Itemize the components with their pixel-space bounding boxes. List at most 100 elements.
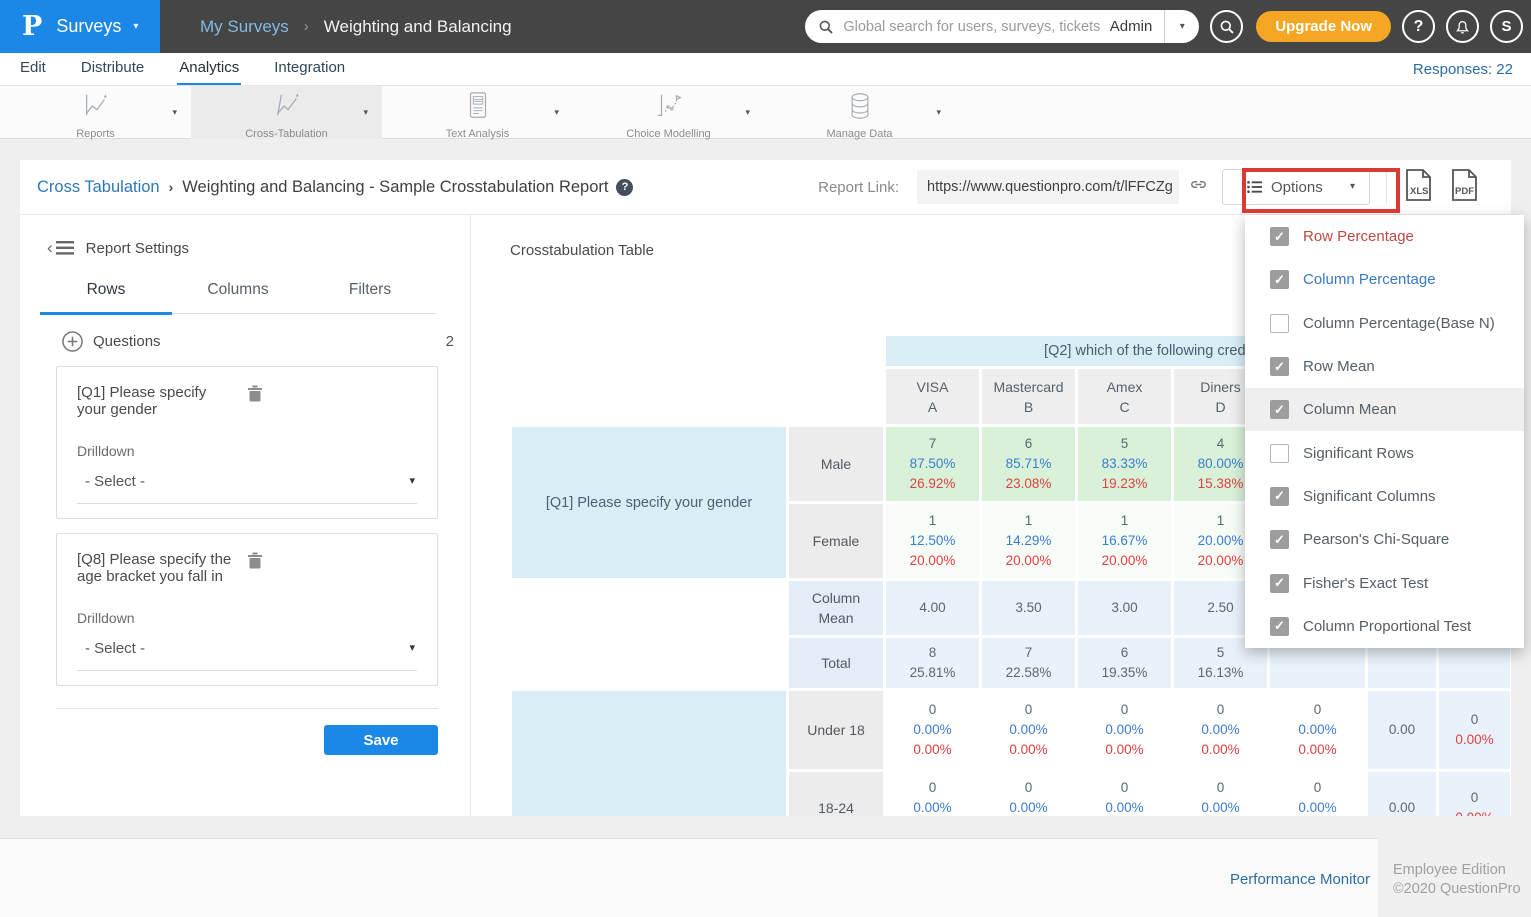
option-label: Fisher's Exact Test [1303,575,1428,592]
save-button[interactable]: Save [324,725,438,755]
question-card: [Q1] Please specify your genderDrilldown… [56,366,438,519]
data-cell-male-col1: 787.50%26.92% [886,427,979,501]
toolbar-item-choice-modelling[interactable]: ▾Choice Modelling [573,86,764,139]
option-pearson-s-chi-square[interactable]: ✓Pearson's Chi-Square [1245,518,1524,561]
add-question-icon[interactable] [62,331,83,352]
checkbox-checked-icon[interactable]: ✓ [1270,530,1289,549]
options-dropdown-menu: ✓ Row Percentage ✓Column Percentage Column … [1245,215,1524,648]
cell-value: 0 [1025,778,1033,798]
questions-label: Questions [93,333,161,350]
checkbox-unchecked-icon[interactable] [1270,314,1289,333]
global-search[interactable]: Admin ▾ [805,10,1199,43]
option-row-percentage[interactable]: ✓ Row Percentage [1245,215,1524,258]
row-label-text: Total [821,653,851,673]
option-column-percentage[interactable]: ✓Column Percentage [1245,258,1524,301]
nav-tab-distribute[interactable]: Distribute [79,53,146,85]
option-label: Significant Columns [1303,488,1436,505]
checkbox-unchecked-icon[interactable] [1270,444,1289,463]
chevron-down-icon[interactable]: ▾ [554,108,559,117]
data-cell-under-18-col6: 0.00 [1368,691,1436,769]
cell-value: 19.23% [1102,474,1148,494]
breadcrumb-separator-icon: › [304,18,309,35]
user-avatar[interactable]: S [1490,10,1523,43]
breadcrumb: My Surveys › Weighting and Balancing [200,17,512,37]
option-column-percentage-base-n-[interactable]: Column Percentage(Base N) [1245,302,1524,345]
report-title: Weighting and Balancing - Sample Crossta… [182,178,608,197]
data-cell-18-24-col7: 00.00% [1439,772,1510,816]
notifications-button[interactable] [1446,10,1479,43]
divider [1386,169,1387,205]
option-fisher-s-exact-test[interactable]: ✓ Fisher's Exact Test [1245,561,1524,604]
checkbox-checked-icon[interactable]: ✓ [1270,227,1289,246]
export-xls-button[interactable]: XLS [1403,168,1433,207]
question-cards: [Q1] Please specify your genderDrilldown… [20,366,470,686]
cell-value: 0 [1217,778,1225,798]
brand-menu[interactable]: P Surveys ▾ [0,0,160,53]
delete-question-button[interactable] [247,551,417,585]
checkbox-checked-icon[interactable]: ✓ [1270,487,1289,506]
copyright-label: ©2020 QuestionPro [1393,880,1531,899]
breadcrumb-my-surveys[interactable]: My Surveys [200,17,289,37]
chevron-down-icon[interactable]: ▾ [745,108,750,117]
cell-value: 20.00% [1198,551,1244,571]
chevron-down-icon[interactable]: ▾ [172,108,177,117]
data-cell-total-col1: 825.81% [886,638,979,688]
nav-tab-integration[interactable]: Integration [272,53,347,85]
toolbar-item-manage-data[interactable]: ▾Manage Data [764,86,955,139]
option-label: Column Percentage(Base N) [1303,315,1495,332]
option-row-mean[interactable]: ✓ Row Mean [1245,345,1524,388]
help-tooltip-icon[interactable]: ? [616,179,633,196]
checkbox-checked-icon[interactable]: ✓ [1270,574,1289,593]
column-header-line1: Mastercard [993,377,1063,397]
nav-tab-edit[interactable]: Edit [18,53,48,85]
data-cell-18-24-col2: 00.00%0.00% [982,772,1075,816]
cell-value: 0 [1471,710,1479,730]
cell-value: 14.29% [1006,531,1052,551]
checkbox-checked-icon[interactable]: ✓ [1270,357,1289,376]
report-link-url[interactable]: https://www.questionpro.com/t/lFFCZg [917,170,1179,204]
data-cell-under-18-col1: 00.00%0.00% [886,691,979,769]
toolbar-item-cross-tabulation[interactable]: ▾Cross-Tabulation [191,86,382,139]
nav-tab-analytics[interactable]: Analytics [177,53,241,85]
option-significant-rows[interactable]: Significant Rows [1245,431,1524,474]
drilldown-select[interactable]: - Select -▾ [77,459,417,504]
checkbox-checked-icon[interactable]: ✓ [1270,270,1289,289]
link-icon[interactable] [1189,175,1208,199]
option-column-mean[interactable]: ✓ Column Mean [1245,388,1524,431]
checkbox-checked-icon[interactable]: ✓ [1270,617,1289,636]
drilldown-select[interactable]: - Select -▾ [77,626,417,671]
chevron-down-icon[interactable]: ▾ [363,108,368,117]
row-label-male: Male [789,427,883,501]
option-label: Column Mean [1303,401,1396,418]
options-button[interactable]: Options ▾ [1222,169,1370,205]
option-label: Row Mean [1303,358,1375,375]
option-significant-columns[interactable]: ✓ Significant Columns [1245,475,1524,518]
help-button[interactable]: ? [1402,10,1435,43]
search-submit-button[interactable] [1210,10,1243,43]
tab-rows[interactable]: Rows [40,281,172,315]
tab-columns[interactable]: Columns [172,281,304,313]
delete-question-button[interactable] [247,384,417,418]
upgrade-now-button[interactable]: Upgrade Now [1256,11,1391,42]
data-cell-female-col3: 116.67%20.00% [1078,504,1171,578]
questionpro-logo-icon: P [22,11,42,42]
performance-monitor-link[interactable]: Performance Monitor [1230,871,1370,888]
search-scope-dropdown[interactable]: ▾ [1165,22,1199,32]
toolbar-item-reports[interactable]: ▾ Reports [0,86,191,139]
search-scope-value: Admin [1110,18,1153,35]
cross-tabulation-link[interactable]: Cross Tabulation [37,178,160,197]
cell-value: 22.58% [1006,663,1052,683]
toolbar-item-text-analysis[interactable]: ▾Text Analysis [382,86,573,139]
option-label: Row Percentage [1303,228,1414,245]
export-pdf-button[interactable]: PDF [1449,168,1479,207]
collapse-panel-icon[interactable]: ‹ [47,238,74,258]
toolbar-item-label: Reports [76,128,115,140]
option-column-proportional-test[interactable]: ✓Column Proportional Test [1245,605,1524,648]
checkbox-checked-icon[interactable]: ✓ [1270,400,1289,419]
cell-value: 0 [1314,778,1322,798]
tab-filters[interactable]: Filters [304,281,436,313]
chevron-down-icon[interactable]: ▾ [936,108,941,117]
survey-nav: EditDistributeAnalyticsIntegration Respo… [0,53,1531,86]
search-input[interactable] [843,19,1109,35]
cell-value: 2.50 [1207,598,1233,618]
